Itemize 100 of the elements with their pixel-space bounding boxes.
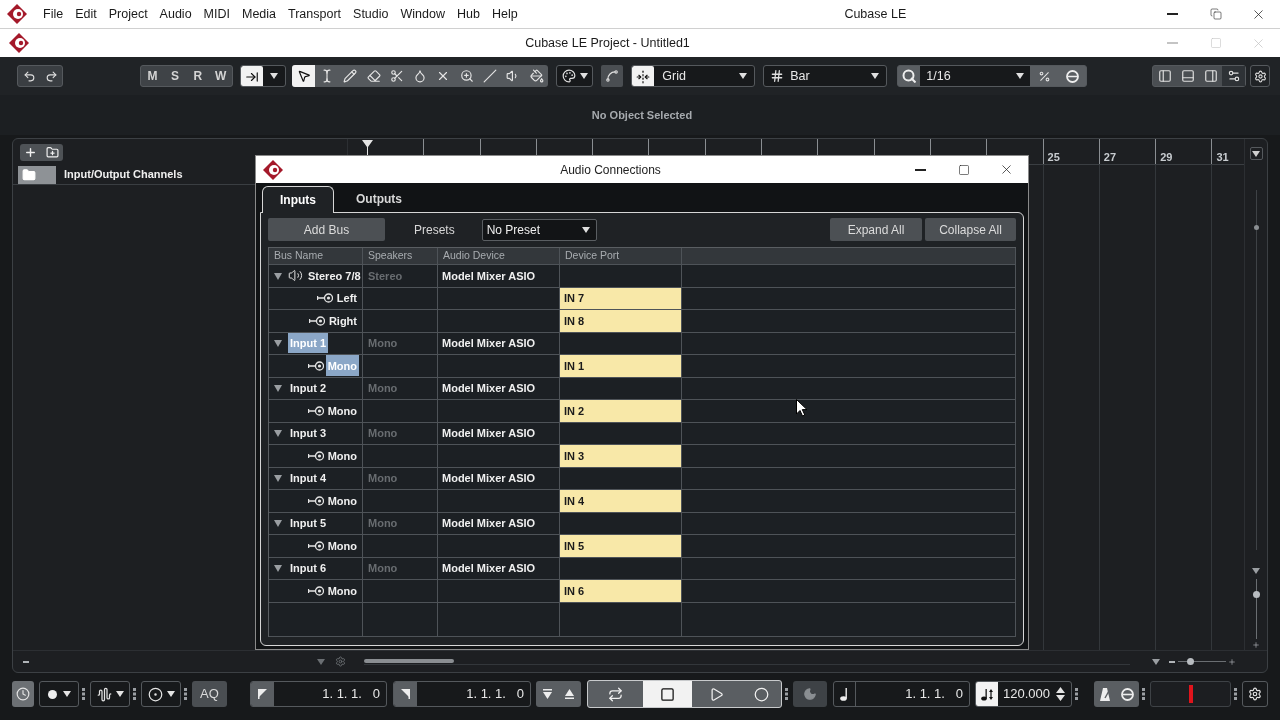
menu-item[interactable]: Window <box>394 4 451 24</box>
color-dropdown[interactable] <box>556 65 594 87</box>
slider-thumb[interactable] <box>1252 590 1260 598</box>
channel-name[interactable]: Right <box>326 310 359 332</box>
collapse-triangle-icon[interactable] <box>274 474 282 483</box>
device-port-cell[interactable]: IN 3 <box>560 445 682 468</box>
preset-dropdown[interactable]: No Preset <box>481 218 597 241</box>
info-line-text: No Object Selected <box>590 107 693 123</box>
slider-thumb[interactable] <box>1187 658 1195 665</box>
collapse-triangle-icon[interactable] <box>274 384 282 393</box>
mode-button[interactable]: M <box>141 66 164 86</box>
peak-indicator <box>1189 685 1193 703</box>
left-locator-button[interactable] <box>251 682 274 706</box>
channel-name[interactable]: Mono <box>325 400 359 422</box>
toggle-button[interactable] <box>632 66 655 86</box>
collapse-triangle-icon[interactable] <box>274 429 282 438</box>
mode-button[interactable]: S <box>163 66 187 86</box>
zoom-slider[interactable] <box>1178 657 1226 666</box>
tempo-track-button[interactable] <box>976 682 998 706</box>
constrain-button[interactable] <box>12 681 34 707</box>
right-locator-value[interactable]: 1. 1. 1. 0 <box>417 684 530 704</box>
paint-bucket-icon <box>529 69 544 83</box>
channel-name[interactable]: Mono <box>325 580 359 602</box>
tool-button[interactable] <box>292 65 316 87</box>
quantize-dropdown[interactable]: 1/16 <box>920 66 1031 86</box>
menu-item[interactable]: MIDI <box>197 4 236 24</box>
collapse-triangle-icon[interactable] <box>274 339 282 348</box>
left-locator-value[interactable]: 1. 1. 1. 0 <box>274 684 386 704</box>
tab[interactable]: Inputs <box>262 186 334 213</box>
ruler-label: 31 <box>1216 150 1229 164</box>
record-mode-dropdown[interactable] <box>39 681 79 707</box>
tempo-value[interactable]: 120.000 <box>998 684 1050 704</box>
device-port-cell[interactable]: IN 4 <box>560 490 682 513</box>
channel-name[interactable]: Mono <box>325 535 359 557</box>
bus-name[interactable]: Input 6 <box>288 558 329 579</box>
collapse-triangle-icon[interactable] <box>274 271 282 280</box>
device-port-cell[interactable]: IN 8 <box>560 310 682 333</box>
midi-dropdown[interactable] <box>141 681 181 707</box>
channel-name[interactable]: Mono <box>325 490 359 512</box>
menu-item[interactable]: Audio <box>153 4 198 24</box>
zoom-slider[interactable] <box>1252 579 1260 639</box>
menu-item[interactable]: Studio <box>347 4 395 24</box>
stop-button[interactable] <box>643 681 692 707</box>
aq-button[interactable]: AQ <box>192 681 227 707</box>
snap-type-dropdown[interactable]: Grid <box>654 66 755 86</box>
menu-item[interactable]: Hub <box>451 4 486 24</box>
expand-all-button[interactable]: Expand All <box>830 218 922 241</box>
mouse-pointer-icon <box>796 399 808 417</box>
add-bus-button[interactable]: Add Bus <box>268 218 385 241</box>
collapse-all-button[interactable]: Collapse All <box>925 218 1016 241</box>
panel-bottom-icon <box>1180 69 1195 83</box>
window-layout-button[interactable] <box>1222 66 1245 86</box>
mode-button[interactable]: R <box>186 66 210 86</box>
auto-punch-button[interactable] <box>793 681 827 707</box>
menu-item[interactable]: Project <box>102 4 154 24</box>
device-port-cell[interactable]: IN 1 <box>560 355 682 378</box>
bus-name[interactable]: Stereo 7/8 <box>306 265 363 286</box>
device-port-cell[interactable]: IN 2 <box>560 400 682 423</box>
caret-icon <box>1252 568 1260 574</box>
horizontal-scrollbar[interactable] <box>364 658 1130 665</box>
scrollbar-thumb[interactable] <box>364 659 454 663</box>
undo-icon <box>22 69 36 83</box>
caret-icon <box>270 73 278 79</box>
collapse-triangle-icon[interactable] <box>274 564 282 573</box>
channel-name[interactable]: Mono <box>325 445 359 467</box>
panel-right-icon <box>1203 69 1218 83</box>
bus-name[interactable]: Input 4 <box>288 468 329 489</box>
connector-icon <box>308 315 325 326</box>
note-arrows-icon <box>980 687 994 701</box>
speakers-text: Mono <box>367 426 398 441</box>
dropdown-button[interactable] <box>1249 147 1263 160</box>
bus-name[interactable]: Input 5 <box>288 513 329 534</box>
channel-name[interactable]: Left <box>334 287 359 309</box>
bus-name[interactable]: Input 2 <box>288 378 329 399</box>
audio-dropdown[interactable] <box>90 681 130 707</box>
scrollbar-thumb[interactable] <box>1253 225 1259 230</box>
bus-name[interactable]: Input 3 <box>288 423 329 444</box>
collapse-triangle-icon[interactable] <box>274 519 282 528</box>
percent-icon <box>1037 69 1051 83</box>
toggle-button[interactable] <box>241 66 263 86</box>
dot-icon <box>47 689 57 699</box>
right-locator-button[interactable] <box>394 682 417 706</box>
device-port-cell[interactable]: IN 6 <box>560 580 682 603</box>
menu-item[interactable]: Transport <box>282 4 348 24</box>
menu-item[interactable]: File <box>37 4 70 24</box>
position-value[interactable]: 1. 1. 1. 0 <box>856 684 969 704</box>
caret-icon <box>1252 150 1260 157</box>
device-port-cell[interactable]: IN 5 <box>560 535 682 558</box>
settings-button[interactable] <box>1242 681 1268 707</box>
grid-type-dropdown[interactable]: Bar <box>763 65 888 87</box>
menu-item[interactable]: Help <box>485 4 524 24</box>
zoom-in-icon <box>459 69 474 83</box>
menu-item[interactable]: Edit <box>69 4 103 24</box>
device-port-cell[interactable]: IN 7 <box>560 287 682 310</box>
tab[interactable]: Outputs <box>334 186 424 212</box>
settings-button[interactable] <box>1250 65 1270 87</box>
mode-button[interactable]: W <box>209 66 232 86</box>
toggle-button[interactable] <box>601 65 624 87</box>
column-header: Bus Name <box>269 248 363 265</box>
menu-item[interactable]: Media <box>236 4 283 24</box>
